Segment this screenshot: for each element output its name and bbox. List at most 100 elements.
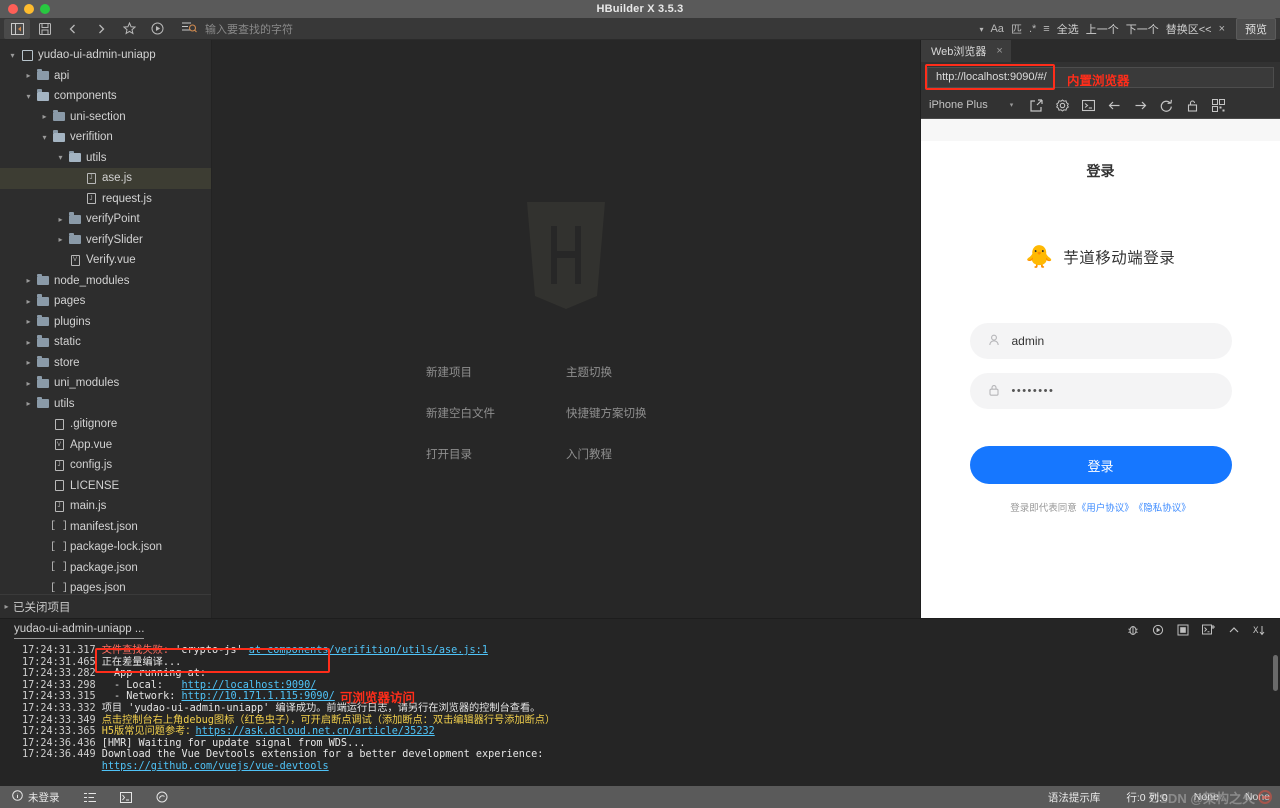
console-tab[interactable]: yudao-ui-admin-uniapp ... [14,623,144,639]
welcome-link[interactable]: 快捷键方案切换 [566,405,706,421]
tree-item[interactable]: ▸verifyPoint [0,209,211,230]
find-previous-button[interactable]: 上一个 [1086,21,1119,37]
forward-icon[interactable] [1133,99,1148,112]
password-field[interactable]: •••••••• [970,373,1232,409]
tree-item[interactable]: [ ]package-lock.json [0,537,211,558]
chevron-down-icon[interactable]: ▾ [979,25,983,34]
tree-item[interactable]: ▸utils [0,394,211,415]
chevron-right-icon[interactable]: ▸ [22,297,35,306]
console-output[interactable]: 17:24:31.317 文件查找失败: 'crypto-js' at comp… [0,643,1280,786]
chevron-right-icon[interactable]: ▸ [22,379,35,388]
tree-item[interactable]: ▾utils [0,148,211,169]
debug-bug-icon[interactable] [1127,624,1139,639]
close-find-icon[interactable]: × [1219,23,1225,35]
chevron-right-icon[interactable]: ▸ [54,215,67,224]
tree-item[interactable]: ▸uni-section [0,107,211,128]
tree-item[interactable]: [ ]package.json [0,558,211,579]
close-icon[interactable]: × [996,45,1002,57]
lock-icon[interactable] [1185,99,1200,112]
back-icon[interactable] [60,19,86,39]
back-icon[interactable] [1107,99,1122,112]
welcome-link[interactable]: 新建空白文件 [426,405,566,421]
star-icon[interactable] [116,19,142,39]
chevron-right-icon[interactable]: ▸ [22,338,35,347]
new-terminal-icon[interactable] [1202,624,1215,639]
language-mode-label[interactable]: None [1245,791,1270,803]
console-icon[interactable] [1081,99,1096,112]
tree-item[interactable]: ▸plugins [0,312,211,333]
welcome-link[interactable]: 新建项目 [426,364,566,380]
chevron-right-icon[interactable]: ▸ [22,276,35,285]
welcome-link[interactable]: 主题切换 [566,364,706,380]
device-selector[interactable]: iPhone Plus ▾ [929,99,1021,111]
tree-item[interactable]: ▸node_modules [0,271,211,292]
tree-item[interactable]: .gitignore [0,414,211,435]
terminal-icon[interactable] [120,792,132,803]
match-case-icon[interactable]: Aa [990,23,1003,35]
clear-console-icon[interactable]: X [1253,624,1266,639]
sidebar-toggle-icon[interactable] [4,19,30,39]
tree-item[interactable]: config.js [0,455,211,476]
select-all-button[interactable]: 全选 [1057,21,1079,37]
collapse-icon[interactable] [1228,624,1240,639]
tree-item[interactable]: request.js [0,189,211,210]
save-icon[interactable] [32,19,58,39]
tree-item[interactable]: ▸api [0,66,211,87]
outline-icon[interactable] [84,792,96,803]
chevron-down-icon[interactable]: ▾ [38,133,51,142]
chevron-right-icon[interactable]: ▸ [22,317,35,326]
tree-item[interactable]: ▸verifySlider [0,230,211,251]
welcome-link[interactable]: 入门教程 [566,446,706,462]
regex-icon[interactable]: .* [1029,23,1036,35]
privacy-agreement-link[interactable]: 《隐私协议》 [1134,500,1191,514]
tree-item[interactable]: LICENSE [0,476,211,497]
closed-projects-row[interactable]: ▸ 已关闭项目 [0,594,211,618]
chevron-right-icon[interactable]: ▸ [54,235,67,244]
forward-icon[interactable] [88,19,114,39]
console-scrollbar[interactable] [1273,655,1278,691]
user-agreement-link[interactable]: 《用户协议》 [1077,500,1134,514]
login-button[interactable]: 登录 [970,446,1232,484]
tree-item[interactable]: ▾verifition [0,127,211,148]
whole-word-icon[interactable]: 匹 [1011,21,1022,37]
tree-item[interactable]: App.vue [0,435,211,456]
run-icon[interactable] [144,19,170,39]
settings-icon[interactable] [1055,99,1070,112]
console-link[interactable]: https://github.com/vuejs/vue-devtools [102,761,329,772]
reload-icon[interactable] [1159,99,1174,112]
stop-icon[interactable] [1177,624,1189,639]
chevron-down-icon[interactable]: ▾ [6,51,19,60]
chevron-down-icon[interactable]: ▾ [22,92,35,101]
login-status[interactable]: 未登录 [12,790,60,805]
chevron-right-icon[interactable]: ▸ [38,112,51,121]
encoding-label[interactable]: None [1194,791,1219,803]
qrcode-icon[interactable] [1211,99,1226,112]
chevron-right-icon[interactable]: ▸ [22,399,35,408]
bug-report-icon[interactable] [156,791,168,803]
tree-item[interactable]: ase.js [0,168,211,189]
syntax-library-label[interactable]: 语法提示库 [1048,790,1101,805]
search-input[interactable]: 输入要查找的字符 [205,21,293,37]
preview-button[interactable]: 预览 [1236,18,1276,40]
tree-item[interactable]: [ ]pages.json [0,578,211,594]
file-tree[interactable]: ▾yudao-ui-admin-uniapp▸api▾components▸un… [0,40,211,594]
console-link[interactable]: at components/verifition/utils/ase.js:1 [249,645,488,656]
chevron-right-icon[interactable]: ▸ [22,358,35,367]
chevron-down-icon[interactable]: ▾ [54,153,67,162]
tree-item[interactable]: ▾components [0,86,211,107]
chevron-right-icon[interactable]: ▸ [22,71,35,80]
tree-item[interactable]: [ ]manifest.json [0,517,211,538]
restart-icon[interactable] [1152,624,1164,639]
toggle-replace-button[interactable]: 替换区<< [1166,21,1212,37]
tree-item[interactable]: main.js [0,496,211,517]
in-selection-icon[interactable]: ≡ [1043,23,1049,35]
browser-tab[interactable]: Web浏览器 × [921,40,1011,62]
tree-item[interactable]: Verify.vue [0,250,211,271]
tree-item[interactable]: ▸pages [0,291,211,312]
cursor-position-label[interactable]: 行:0 列:0 [1126,790,1167,805]
welcome-link[interactable]: 打开目录 [426,446,566,462]
open-external-icon[interactable] [1029,99,1044,112]
find-next-button[interactable]: 下一个 [1126,21,1159,37]
username-field[interactable]: admin [970,323,1232,359]
console-link[interactable]: http://localhost:9090/ [181,680,316,691]
